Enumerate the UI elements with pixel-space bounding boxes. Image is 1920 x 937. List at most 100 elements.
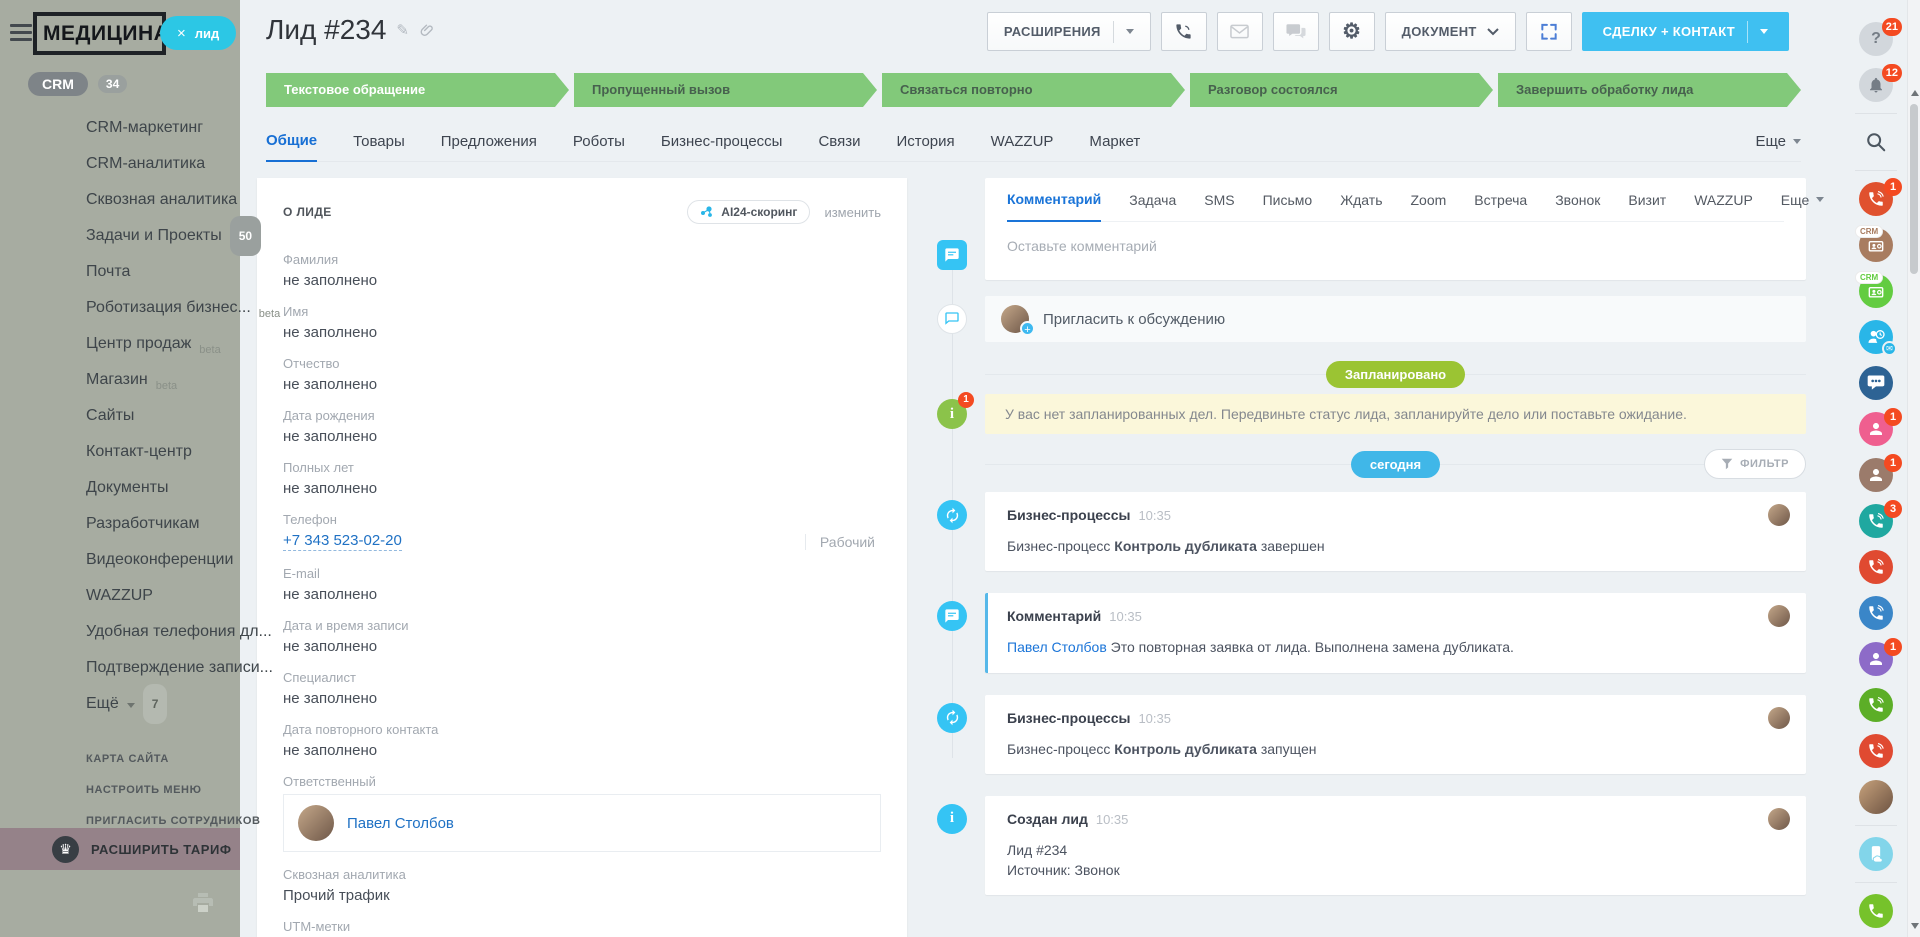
email-button[interactable] xyxy=(1216,12,1263,51)
sidebar-item[interactable]: Разработчикам xyxy=(0,506,240,542)
avatar: + xyxy=(1001,305,1035,336)
sidebar-item[interactable]: Удобная телефония дл... xyxy=(0,614,272,650)
info-icon: i 1 xyxy=(937,392,974,429)
phone-red-icon[interactable] xyxy=(1859,550,1893,584)
printer-icon[interactable] xyxy=(192,893,214,913)
timeline-tab-Звонок[interactable]: Звонок xyxy=(1555,179,1600,221)
contact-purple-icon[interactable]: 1 xyxy=(1859,638,1902,676)
phone-green-icon[interactable] xyxy=(1859,688,1893,722)
responsible-box[interactable]: Павел Столбов xyxy=(283,794,881,852)
sidebar-item[interactable]: CRM-аналитика xyxy=(0,146,240,182)
tab-Связи[interactable]: Связи xyxy=(818,133,860,161)
sidebar-footer-link[interactable]: КАРТА САЙТА xyxy=(0,744,240,775)
page-scrollbar[interactable] xyxy=(1907,0,1920,937)
person-link[interactable]: Павел Столбов xyxy=(347,815,454,832)
filter-button[interactable]: ФИЛЬТР xyxy=(1704,449,1806,479)
sidebar-item[interactable]: Контакт-центр xyxy=(0,434,240,470)
copy-link-icon[interactable] xyxy=(419,23,434,38)
fullscreen-button[interactable] xyxy=(1525,12,1572,51)
sidebar-item[interactable]: Документы xyxy=(0,470,240,506)
document-button[interactable]: ДОКУМЕНТ xyxy=(1384,12,1516,51)
person-link[interactable]: Павел Столбов xyxy=(1007,639,1107,655)
invite-to-discussion[interactable]: + Пригласить к обсуждению xyxy=(937,296,1806,342)
lead-filter-chip[interactable]: × лид xyxy=(160,16,237,50)
timeline-tab-Zoom[interactable]: Zoom xyxy=(1410,179,1446,221)
sidebar-item[interactable]: Сайты xyxy=(0,398,240,434)
call-button[interactable] xyxy=(1160,12,1207,51)
pipeline-stage[interactable]: Завершить обработку лида xyxy=(1498,73,1801,107)
chat-button[interactable] xyxy=(1272,12,1319,51)
sidebar-item[interactable]: Почта xyxy=(0,254,240,290)
phone-teal-icon[interactable]: 3 xyxy=(1859,500,1902,538)
group-chat-darkblue-icon[interactable] xyxy=(1859,366,1893,400)
contact-pink-icon[interactable]: 1 xyxy=(1859,408,1902,446)
pipeline-stage[interactable]: Пропущенный вызов xyxy=(574,73,877,107)
tab-more[interactable]: Еще xyxy=(1755,133,1801,161)
sidebar-footer-link[interactable]: НАСТРОИТЬ МЕНЮ xyxy=(0,775,240,806)
edit-link[interactable]: изменить xyxy=(824,205,881,220)
logo[interactable]: МЕДИЦИНА.РФ xyxy=(33,12,166,55)
timeline-tab-Комментарий[interactable]: Комментарий xyxy=(1007,178,1102,222)
phone-red-2-icon[interactable] xyxy=(1859,734,1893,768)
create-deal-contact-button[interactable]: СДЕЛКУ + КОНТАКТ xyxy=(1581,12,1789,51)
crm-green-icon[interactable]: CRM xyxy=(1855,271,1893,308)
timeline-tab-Встреча[interactable]: Встреча xyxy=(1474,179,1527,221)
sidebar-item[interactable]: Подтверждение записи... xyxy=(0,650,273,686)
menu-burger-icon[interactable] xyxy=(10,24,32,45)
scroll-down-arrow[interactable] xyxy=(1911,923,1919,929)
sidebar-item[interactable]: Роботизация бизнес... beta xyxy=(0,290,280,326)
upgrade-plan-button[interactable]: ♛ РАСШИРИТЬ ТАРИФ xyxy=(0,828,240,870)
sidebar-item[interactable]: WAZZUP xyxy=(0,578,240,614)
sidebar-item-crm[interactable]: CRM xyxy=(28,72,88,96)
phone-link[interactable]: +7 343 523-02-20 xyxy=(283,532,402,551)
help-icon[interactable]: ? 21 xyxy=(1859,18,1902,56)
tab-История[interactable]: История xyxy=(896,133,954,161)
timeline-tab-Ждать[interactable]: Ждать xyxy=(1340,179,1382,221)
tab-Бизнес-процессы[interactable]: Бизнес-процессы xyxy=(661,133,783,161)
timeline-tab-WAZZUP[interactable]: WAZZUP xyxy=(1694,179,1753,221)
tab-Предложения[interactable]: Предложения xyxy=(441,133,537,161)
planned-pill[interactable]: Запланировано xyxy=(1325,360,1466,388)
sidebar-item[interactable]: Центр продаж beta xyxy=(0,326,240,362)
sidebar-item[interactable]: Сквозная аналитика xyxy=(0,182,240,218)
search-icon[interactable] xyxy=(1859,125,1893,159)
booking-cyan-icon[interactable]: ✉ xyxy=(1859,320,1897,356)
chevron-down-icon[interactable] xyxy=(1125,29,1134,34)
handset-green-icon[interactable] xyxy=(1859,894,1893,928)
tab-Общие[interactable]: Общие xyxy=(266,132,318,162)
pipeline-stage[interactable]: Связаться повторно xyxy=(882,73,1185,107)
timeline-tab-Визит[interactable]: Визит xyxy=(1628,179,1666,221)
close-icon[interactable]: × xyxy=(177,25,186,42)
tab-Роботы[interactable]: Роботы xyxy=(573,133,625,161)
sidebar-item[interactable]: Видеоконференции xyxy=(0,542,240,578)
phone-blue-icon[interactable] xyxy=(1859,596,1893,630)
sidebar-item[interactable]: Ещё 7 xyxy=(0,684,240,724)
today-pill[interactable]: сегодня xyxy=(1350,450,1441,478)
settings-button[interactable]: ⚙ xyxy=(1328,12,1375,51)
tab-Маркет[interactable]: Маркет xyxy=(1089,133,1140,161)
comment-input[interactable]: Оставьте комментарий xyxy=(1007,222,1784,280)
pipeline-stage[interactable]: Текстовое обращение xyxy=(266,73,569,107)
scroll-up-arrow[interactable] xyxy=(1911,90,1919,96)
device-lightblue-icon[interactable] xyxy=(1859,837,1893,871)
contact-brown-icon[interactable]: 1 xyxy=(1859,454,1902,492)
user-avatar-icon[interactable] xyxy=(1859,780,1893,814)
timeline-tab-Письмо[interactable]: Письмо xyxy=(1263,179,1313,221)
crm-brown-icon[interactable]: CRM xyxy=(1855,225,1893,262)
tab-WAZZUP[interactable]: WAZZUP xyxy=(991,133,1054,161)
chevron-down-icon[interactable] xyxy=(1760,29,1768,34)
scroll-thumb[interactable] xyxy=(1910,104,1918,274)
notifications-bell-icon[interactable]: 12 xyxy=(1859,64,1902,102)
telephony-red-icon[interactable]: 1 xyxy=(1859,178,1902,216)
edit-title-icon[interactable]: ✎ xyxy=(396,21,409,39)
ai-scoring-button[interactable]: AI24-скоринг xyxy=(687,200,811,224)
timeline-tab-more[interactable]: Еще xyxy=(1781,192,1825,208)
timeline-tab-SMS[interactable]: SMS xyxy=(1204,179,1234,221)
pipeline-stage[interactable]: Разговор состоялся xyxy=(1190,73,1493,107)
right-icon-rail: ? 21 12 1 CRM CRM ✉ 1 1 3 1 xyxy=(1845,0,1907,937)
extensions-button[interactable]: РАСШИРЕНИЯ xyxy=(986,12,1151,51)
timeline-tab-Задача[interactable]: Задача xyxy=(1129,179,1176,221)
sidebar-item[interactable]: Задачи и Проекты 50 xyxy=(0,216,262,256)
tab-Товары[interactable]: Товары xyxy=(353,133,405,161)
sidebar-item[interactable]: CRM-маркетинг xyxy=(0,110,240,146)
